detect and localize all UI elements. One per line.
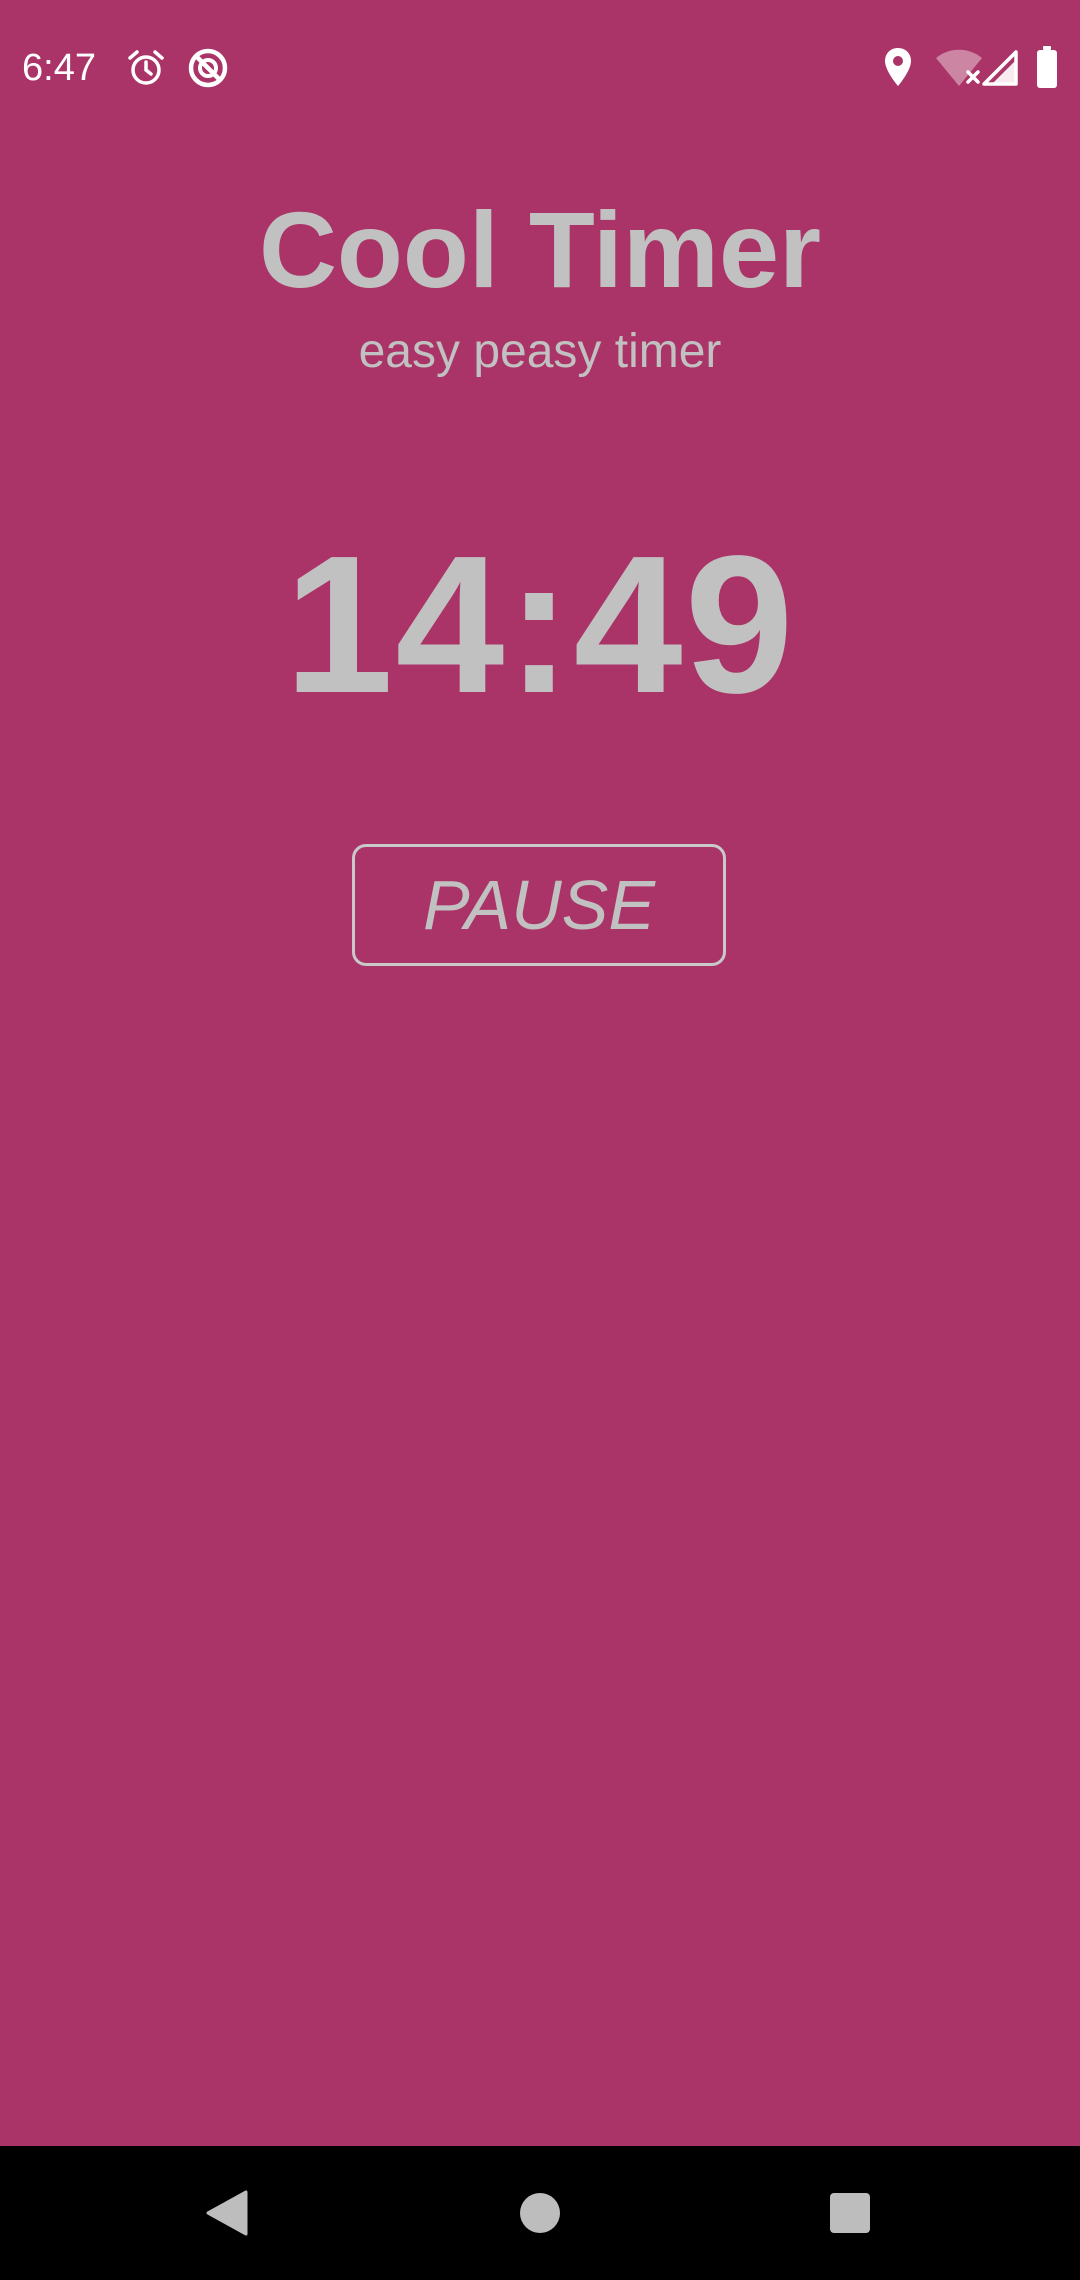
navigation-bar	[0, 2146, 1080, 2280]
alarm-icon	[128, 50, 164, 85]
recents-icon	[830, 2193, 870, 2233]
battery-icon	[1037, 46, 1057, 88]
app-title: Cool Timer	[258, 189, 822, 310]
home-icon	[520, 2193, 560, 2233]
cell-signal-icon	[982, 50, 1018, 86]
back-icon	[206, 2190, 248, 2236]
location-icon	[885, 48, 911, 86]
app-subtitle: easy peasy timer	[358, 325, 722, 378]
back-button[interactable]	[146, 2146, 306, 2280]
wifi-off-icon	[936, 49, 982, 86]
home-button[interactable]	[460, 2146, 620, 2280]
timer-display: 14:49	[284, 515, 796, 734]
status-time: 6:47	[22, 47, 96, 89]
no-disturb-icon	[188, 48, 228, 88]
status-bar: 6:47	[0, 0, 1080, 134]
recents-button[interactable]	[770, 2146, 930, 2280]
pause-button[interactable]: PAUSE	[352, 844, 726, 966]
